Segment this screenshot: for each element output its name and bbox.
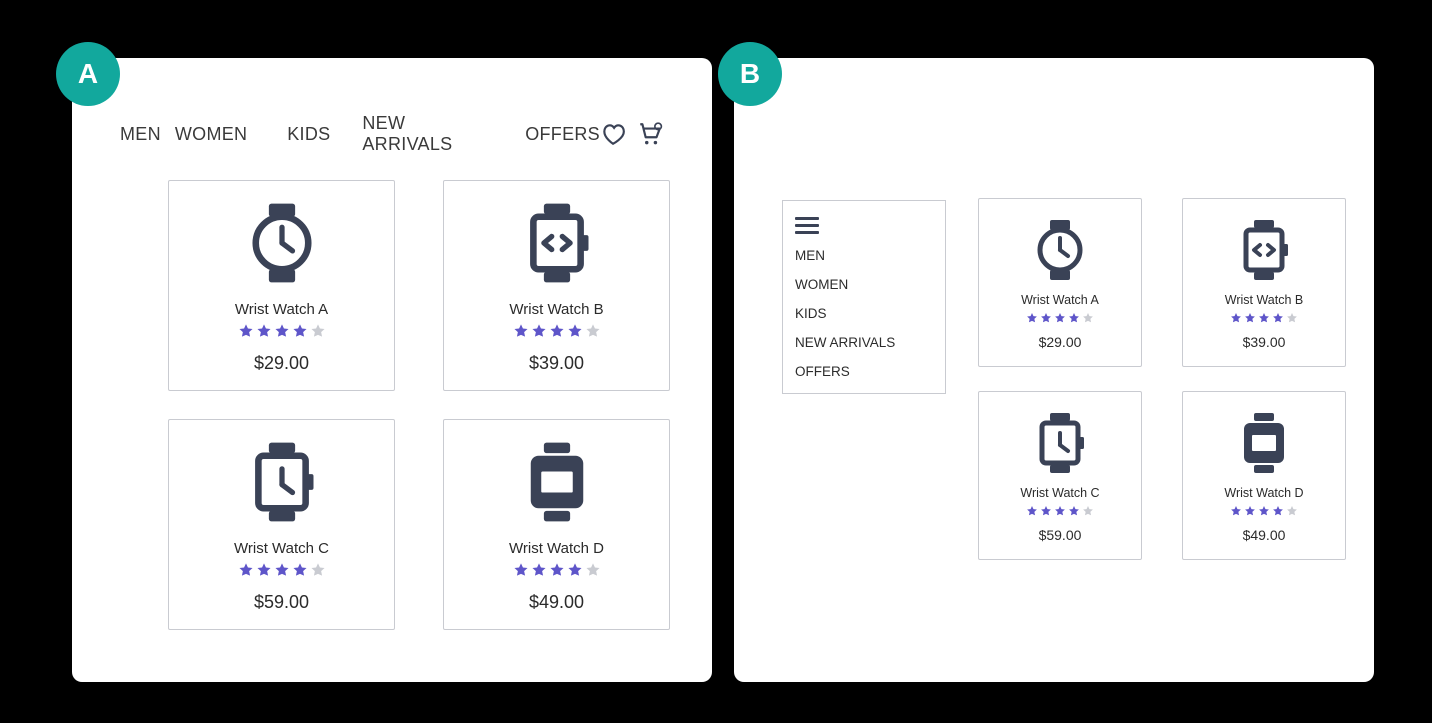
product-card-c[interactable]: Wrist Watch C $59.00 xyxy=(978,391,1142,560)
star-rating xyxy=(1026,505,1094,517)
panel-b-sidenav-layout: B MEN WOMEN KIDS NEW ARRIVALS OFFERS Wri… xyxy=(734,58,1374,682)
product-name: Wrist Watch B xyxy=(509,301,603,318)
watch-round-icon xyxy=(240,195,324,291)
star-rating xyxy=(513,323,601,339)
watch-block-icon xyxy=(515,434,599,530)
product-name: Wrist Watch C xyxy=(1020,486,1099,500)
product-price: $49.00 xyxy=(1243,527,1286,543)
product-price: $29.00 xyxy=(254,353,309,374)
product-name: Wrist Watch A xyxy=(235,301,328,318)
product-name: Wrist Watch A xyxy=(1021,293,1099,307)
top-nav: MEN WOMEN KIDS NEW ARRIVALS OFFERS xyxy=(120,113,664,155)
product-grid-a: Wrist Watch A $29.00 Wrist Watch B $39.0… xyxy=(168,180,670,630)
watch-round-icon xyxy=(1028,213,1092,287)
watch-square-analog-icon xyxy=(240,434,324,530)
nav-new-arrivals[interactable]: NEW ARRIVALS xyxy=(795,335,933,350)
product-price: $29.00 xyxy=(1039,334,1082,350)
product-card-a[interactable]: Wrist Watch A $29.00 xyxy=(978,198,1142,367)
product-price: $59.00 xyxy=(1039,527,1082,543)
hamburger-icon[interactable] xyxy=(795,217,933,234)
panel-b-badge: B xyxy=(718,42,782,106)
watch-code-icon xyxy=(515,195,599,291)
nav-kids[interactable]: KIDS xyxy=(287,124,330,145)
star-rating xyxy=(513,562,601,578)
product-card-b[interactable]: Wrist Watch B $39.00 xyxy=(443,180,670,391)
product-card-d[interactable]: Wrist Watch D $49.00 xyxy=(443,419,670,630)
star-rating xyxy=(1026,312,1094,324)
panel-a-topnav-layout: A MEN WOMEN KIDS NEW ARRIVALS OFFERS Wri… xyxy=(72,58,712,682)
watch-code-icon xyxy=(1232,213,1296,287)
watch-square-analog-icon xyxy=(1028,406,1092,480)
nav-new-arrivals[interactable]: NEW ARRIVALS xyxy=(362,113,499,155)
product-name: Wrist Watch C xyxy=(234,540,329,557)
panel-a-badge: A xyxy=(56,42,120,106)
product-card-c[interactable]: Wrist Watch C $59.00 xyxy=(168,419,395,630)
nav-women[interactable]: WOMEN xyxy=(175,124,248,145)
product-price: $39.00 xyxy=(529,353,584,374)
product-name: Wrist Watch D xyxy=(1224,486,1303,500)
product-name: Wrist Watch D xyxy=(509,540,604,557)
product-price: $49.00 xyxy=(529,592,584,613)
nav-offers[interactable]: OFFERS xyxy=(795,364,933,379)
product-grid-b: Wrist Watch A $29.00 Wrist Watch B $39.0… xyxy=(978,198,1346,560)
side-nav: MEN WOMEN KIDS NEW ARRIVALS OFFERS xyxy=(782,200,946,394)
nav-offers[interactable]: OFFERS xyxy=(525,124,600,145)
star-rating xyxy=(238,562,326,578)
nav-kids[interactable]: KIDS xyxy=(795,306,933,321)
watch-block-icon xyxy=(1232,406,1296,480)
nav-men[interactable]: MEN xyxy=(795,248,933,263)
star-rating xyxy=(1230,312,1298,324)
nav-men[interactable]: MEN xyxy=(120,124,161,145)
product-card-a[interactable]: Wrist Watch A $29.00 xyxy=(168,180,395,391)
nav-women[interactable]: WOMEN xyxy=(795,277,933,292)
product-price: $59.00 xyxy=(254,592,309,613)
product-card-b[interactable]: Wrist Watch B $39.00 xyxy=(1182,198,1346,367)
product-price: $39.00 xyxy=(1243,334,1286,350)
cart-icon[interactable] xyxy=(636,121,664,147)
star-rating xyxy=(238,323,326,339)
wishlist-heart-icon[interactable] xyxy=(600,121,626,147)
product-name: Wrist Watch B xyxy=(1225,293,1303,307)
product-card-d[interactable]: Wrist Watch D $49.00 xyxy=(1182,391,1346,560)
star-rating xyxy=(1230,505,1298,517)
